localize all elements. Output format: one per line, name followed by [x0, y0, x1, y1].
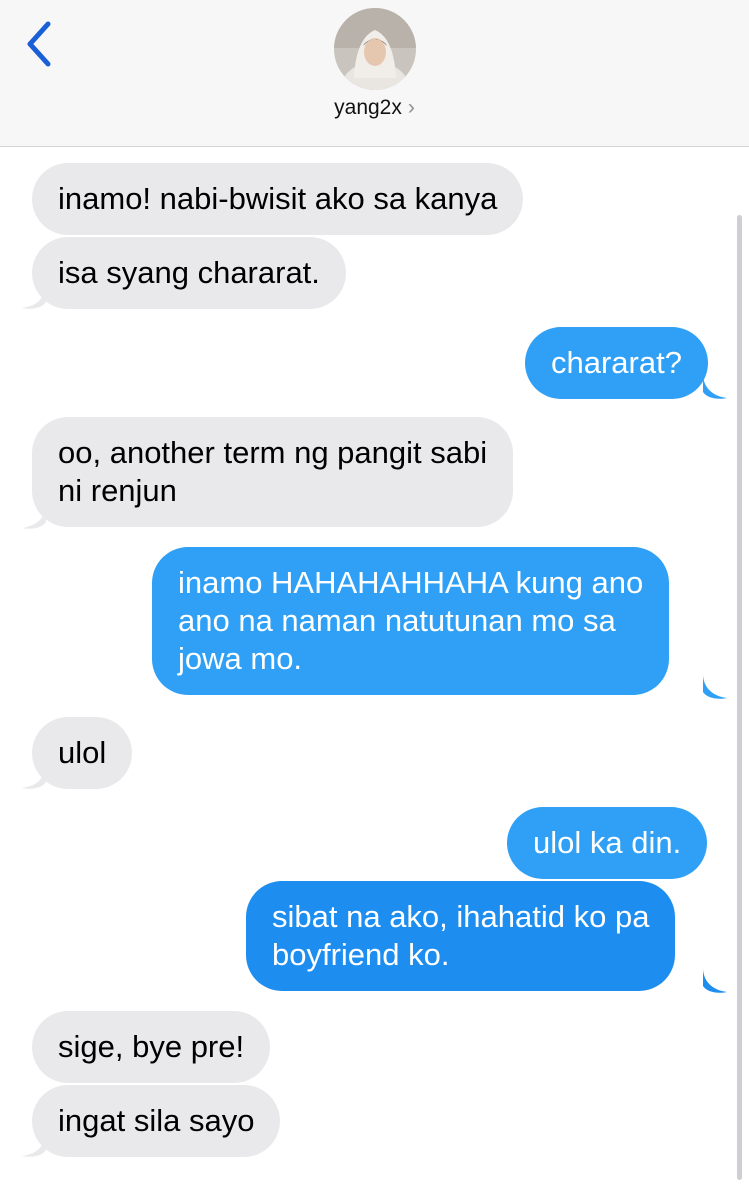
message-line: boyfriend ko. [272, 937, 450, 972]
message-bubble-sent[interactable]: inamo HAHAHAHHAHA kung ano ano na naman … [152, 547, 670, 695]
avatar-photo [334, 8, 416, 90]
chevron-left-icon[interactable] [18, 14, 62, 74]
contact-name-row[interactable]: yang2x › [0, 96, 749, 120]
bubble-tail [22, 1132, 46, 1157]
scrollbar[interactable] [737, 215, 742, 1180]
message-text: chararat? [551, 345, 682, 380]
message-bubble-received[interactable]: ingat sila sayo [32, 1085, 281, 1157]
message-bubble-sent[interactable]: ulol ka din. [507, 807, 708, 879]
message-text: sige, bye pre! [58, 1029, 245, 1064]
chevron-right-icon: › [407, 96, 415, 119]
message-bubble-received[interactable]: inamo! nabi-bwisit ako sa kanya [32, 163, 524, 235]
message-bubble-received[interactable]: isa syang chararat. [32, 237, 346, 309]
message-bubble-received[interactable]: oo, another term ng pangit sabi ni renju… [32, 417, 514, 527]
bubble-tail [703, 674, 727, 699]
message-bubble-sent[interactable]: sibat na ako, ihahatid ko pa boyfriend k… [246, 881, 676, 991]
bubble-tail [703, 374, 727, 399]
bubble-tail [22, 764, 46, 789]
message-text: ulol ka din. [533, 825, 682, 860]
bubble-tail [703, 968, 727, 993]
message-line: jowa mo. [178, 641, 303, 676]
message-line: ano na naman natutunan mo sa [178, 603, 616, 638]
conversation-header: yang2x › [0, 0, 749, 147]
message-text: ingat sila sayo [58, 1103, 255, 1138]
message-bubble-received[interactable]: ulol [32, 717, 133, 789]
message-bubble-sent[interactable]: chararat? [525, 327, 708, 399]
message-bubble-received[interactable]: sige, bye pre! [32, 1011, 271, 1083]
message-text: inamo! nabi-bwisit ako sa kanya [58, 181, 498, 216]
bubble-tail [22, 504, 46, 529]
contact-name[interactable]: yang2x [334, 96, 402, 119]
message-line: inamo HAHAHAHHAHA kung ano [178, 565, 644, 600]
message-line: oo, another term ng pangit sabi [58, 435, 488, 470]
message-line: ni renjun [58, 473, 177, 508]
bubble-tail [22, 284, 46, 309]
avatar[interactable] [334, 8, 416, 90]
message-text: isa syang chararat. [58, 255, 320, 290]
message-text: ulol [58, 735, 107, 770]
message-line: sibat na ako, ihahatid ko pa [272, 899, 650, 934]
